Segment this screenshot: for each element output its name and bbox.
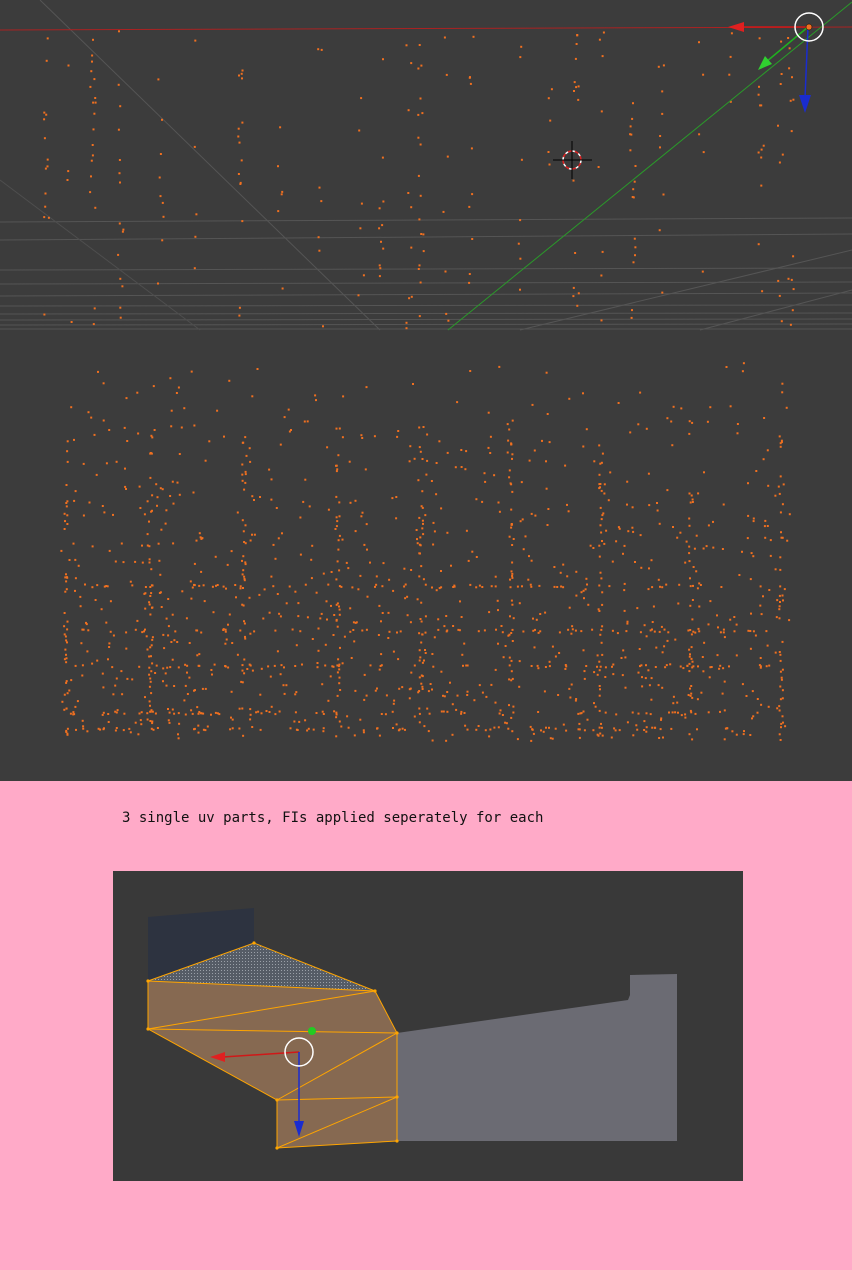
perspective-grid bbox=[0, 0, 852, 331]
gray-face bbox=[397, 974, 677, 1141]
viewport-canvas[interactable] bbox=[0, 0, 852, 781]
caption-text: 3 single uv parts, FIs applied seperatel… bbox=[122, 810, 544, 826]
x-arrow-icon[interactable] bbox=[728, 22, 744, 32]
viewport-top[interactable] bbox=[0, 0, 852, 781]
z-arrow-icon[interactable] bbox=[799, 95, 811, 113]
x-axis-line bbox=[0, 26, 852, 31]
y-handle-icon[interactable] bbox=[308, 1027, 316, 1035]
3d-cursor-icon[interactable] bbox=[553, 141, 592, 179]
transform-manipulator-icon[interactable] bbox=[728, 12, 824, 113]
viewport-bottom[interactable] bbox=[113, 871, 743, 1181]
mesh-vertices bbox=[43, 30, 795, 742]
origin-icon bbox=[805, 23, 813, 31]
mesh-canvas[interactable] bbox=[113, 871, 743, 1181]
